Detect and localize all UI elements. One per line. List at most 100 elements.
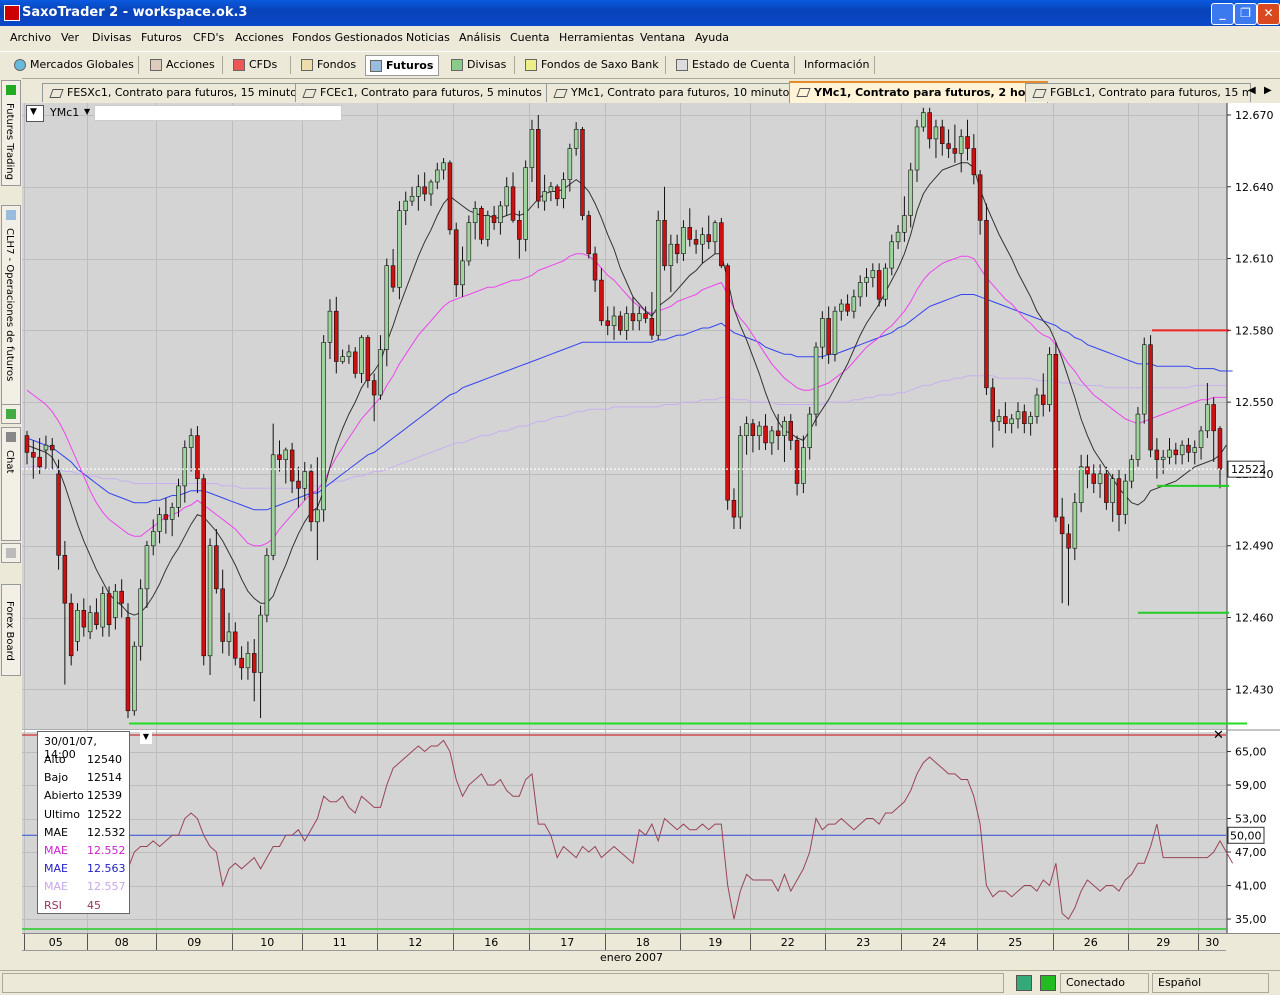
rsi-tick-label: 41,00	[1235, 880, 1267, 893]
datapanel-value: 12.563	[87, 862, 126, 876]
sidebar-tool[interactable]	[1, 404, 21, 424]
candle-body	[952, 148, 958, 154]
candle-body	[895, 231, 901, 243]
toolbar-informacion[interactable]: Información	[784, 55, 884, 74]
toolbar-fondos-saxo-bank[interactable]: Fondos de Saxo Bank	[521, 55, 681, 74]
connection-status: Conectado	[1060, 973, 1149, 993]
candle-body	[1078, 466, 1084, 503]
candle-body	[706, 234, 711, 243]
menu-ventana[interactable]: Ventana	[640, 31, 685, 44]
candle-body	[441, 162, 446, 171]
candle	[655, 210, 661, 340]
tab-scroll-left-icon[interactable]: ◀	[1248, 85, 1256, 96]
candle-body	[31, 452, 36, 458]
datapanel-value: 12.557	[87, 880, 126, 894]
close-pane-icon[interactable]: ✕	[1213, 728, 1224, 743]
toolbar-mercados-globales[interactable]: Mercados Globales	[10, 55, 150, 74]
menu-acciones[interactable]: Acciones	[235, 31, 284, 44]
tab-fgblc1-label: FGBLc1, Contrato para futuros, 15 min	[1050, 86, 1251, 99]
toolbar-futuros[interactable]: Futuros	[365, 55, 439, 76]
chat-icon	[6, 432, 16, 442]
candle-body	[1198, 430, 1204, 448]
candle-body	[460, 260, 465, 286]
menu-noticias[interactable]: Noticias	[406, 31, 450, 44]
price-tick-label: 12.460	[1235, 612, 1274, 625]
fondos-saxo-icon	[525, 59, 537, 71]
candle-body	[668, 243, 674, 266]
price-tick-label: 12.550	[1235, 396, 1274, 409]
tab-ymc1-2h[interactable]: YMc1, Contrato para futuros, 2 horas	[789, 81, 1048, 103]
candle-body	[132, 645, 137, 712]
menu-divisas[interactable]: Divisas	[92, 31, 131, 44]
symbol-selector[interactable]: YMc1	[50, 106, 79, 119]
day-label: 05	[49, 936, 63, 949]
candle-body	[1085, 466, 1090, 475]
candle-body	[662, 220, 667, 267]
candle-body	[94, 612, 99, 626]
datapanel-dropdown-icon[interactable]: ▼	[140, 732, 152, 744]
menu-fondos-gestionados[interactable]: Fondos Gestionados	[292, 31, 403, 44]
candle-body	[630, 313, 636, 322]
toolbar-cfds[interactable]: CFDs	[229, 55, 303, 74]
candle-body	[756, 425, 762, 437]
candle-body	[315, 509, 320, 523]
menu-cuenta[interactable]: Cuenta	[510, 31, 549, 44]
datapanel-key: MAE	[44, 844, 68, 857]
candle-body	[857, 282, 863, 298]
datapanel-key: Bajo	[44, 771, 69, 785]
menu-archivo[interactable]: Archivo	[10, 31, 51, 44]
toolbar-divisas[interactable]: Divisas	[447, 55, 527, 74]
candle	[352, 347, 358, 379]
chart-tab-icon	[302, 89, 317, 98]
chart-menu-button[interactable]: ▼	[26, 105, 44, 122]
sidebar-futures-trading[interactable]: Futures Trading	[1, 80, 21, 186]
symbol-input[interactable]	[94, 105, 342, 121]
candle-body	[990, 387, 995, 422]
tab-fgblc1[interactable]: FGBLc1, Contrato para futuros, 15 min	[1025, 83, 1251, 102]
candle-body	[49, 444, 55, 451]
candle-body	[403, 200, 408, 211]
candle	[1047, 347, 1052, 412]
symbol-dropdown-icon[interactable]: ▼	[84, 107, 90, 116]
candle-body	[1135, 413, 1141, 460]
menu-analisis[interactable]: Análisis	[459, 31, 501, 44]
day-label: 16	[484, 936, 498, 949]
candle	[1142, 337, 1147, 424]
candle	[365, 335, 371, 388]
candle-body	[1066, 533, 1071, 549]
candle-body	[510, 186, 516, 221]
menu-cfds[interactable]: CFD's	[193, 31, 224, 44]
menu-ayuda[interactable]: Ayuda	[695, 31, 729, 44]
candle-body	[479, 208, 484, 240]
minimize-button[interactable]: _	[1211, 3, 1234, 25]
price-tick-label: 12.490	[1235, 540, 1274, 553]
menu-futuros[interactable]: Futuros	[141, 31, 182, 44]
sidebar-chat[interactable]: Chat	[1, 427, 21, 541]
menu-ver[interactable]: Ver	[61, 31, 79, 44]
candle-body	[422, 186, 427, 195]
sidebar-board-toggle[interactable]	[1, 543, 21, 563]
menu-herramientas[interactable]: Herramientas	[559, 31, 634, 44]
sidebar-clh7[interactable]: CLH7 - Operaciones de futuros	[1, 205, 21, 407]
candle	[813, 342, 819, 427]
price-chart[interactable]: 12.67012.64012.61012.58012.55012.52012.4…	[22, 103, 1280, 933]
sidebar-forex-board[interactable]: Forex Board	[1, 584, 21, 676]
day-label: 12	[408, 936, 422, 949]
maximize-button[interactable]: ❐	[1234, 3, 1257, 25]
tab-fcec1[interactable]: FCEc1, Contrato para futuros, 5 minutos	[295, 83, 571, 102]
candle-body	[81, 609, 87, 628]
rsi-reference-label: 50,00	[1230, 829, 1262, 842]
board-icon	[6, 548, 16, 558]
candle-body	[346, 351, 352, 357]
tab-fesxc1-label: FESXc1, Contrato para futuros, 15 minuto…	[67, 86, 303, 99]
tab-ymc1-10min[interactable]: YMc1, Contrato para futuros, 10 minutos	[546, 83, 812, 102]
tab-scroll-right-icon[interactable]: ▶	[1264, 85, 1272, 96]
tab-fesxc1[interactable]: FESXc1, Contrato para futuros, 15 minuto…	[42, 83, 320, 102]
close-button[interactable]: ✕	[1257, 3, 1280, 25]
language-status[interactable]: Español	[1152, 973, 1269, 993]
chart-area[interactable]: 12.67012.64012.61012.58012.55012.52012.4…	[22, 103, 1280, 967]
candle-body	[611, 315, 617, 326]
candle	[725, 263, 730, 510]
app-icon	[4, 5, 20, 21]
candle-body	[725, 265, 730, 501]
